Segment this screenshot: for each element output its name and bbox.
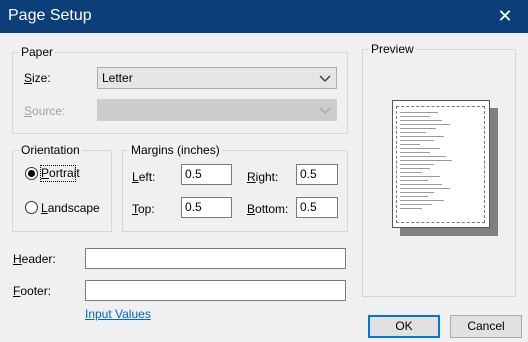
size-label: Size: — [24, 71, 51, 85]
preview-line — [400, 204, 432, 205]
preview-line — [400, 112, 438, 113]
preview-line — [400, 148, 440, 149]
chevron-down-icon — [319, 107, 331, 114]
preview-line — [400, 132, 426, 133]
bottom-margin-input[interactable]: 0.5 — [296, 197, 338, 218]
paper-legend: Paper — [19, 45, 56, 60]
footer-label: Footer: — [13, 284, 52, 298]
window-title: Page Setup — [8, 7, 92, 24]
top-margin-label: Top: — [132, 202, 155, 216]
preview-line — [400, 160, 452, 161]
footer-input[interactable] — [85, 280, 346, 301]
right-margin-label: Right: — [247, 170, 279, 184]
preview-line — [400, 188, 450, 189]
top-margin-input[interactable]: 0.5 — [181, 197, 232, 218]
preview-line — [400, 136, 444, 137]
left-margin-label: Left: — [132, 170, 156, 184]
right-margin-input[interactable]: 0.5 — [296, 164, 338, 185]
landscape-radio[interactable] — [25, 201, 38, 214]
header-label: Header: — [13, 252, 56, 266]
preview-line — [400, 208, 422, 209]
preview-line — [400, 140, 434, 141]
ok-button[interactable]: OK — [368, 315, 440, 338]
size-select[interactable]: Letter — [97, 67, 337, 89]
preview-line — [400, 152, 430, 153]
close-icon[interactable]: ✕ — [482, 0, 528, 33]
chevron-down-icon — [319, 75, 331, 82]
preview-line — [400, 184, 442, 185]
size-select-value: Letter — [102, 71, 133, 85]
header-input[interactable] — [85, 248, 346, 269]
preview-legend: Preview — [369, 42, 416, 57]
preview-line — [400, 192, 434, 193]
landscape-label[interactable]: Landscape — [41, 201, 100, 216]
left-margin-input[interactable]: 0.5 — [181, 164, 232, 185]
source-label: Source: — [24, 104, 66, 118]
orientation-legend: Orientation — [19, 143, 82, 158]
preview-line — [400, 172, 422, 173]
preview-line — [400, 116, 430, 117]
preview-line — [400, 144, 420, 145]
preview-line — [400, 124, 450, 125]
margins-legend: Margins (inches) — [129, 143, 222, 158]
orientation-group: Orientation — [12, 143, 112, 232]
preview-line — [400, 168, 430, 169]
portrait-label[interactable]: Portrait — [41, 166, 80, 181]
preview-line — [400, 120, 442, 121]
margins-group: Margins (inches) — [122, 143, 348, 232]
input-values-link[interactable]: Input Values — [85, 307, 151, 322]
preview-line — [400, 196, 428, 197]
title-bar: Page Setup ✕ — [0, 0, 528, 33]
bottom-margin-label: Bottom: — [247, 202, 289, 216]
preview-line — [400, 128, 436, 129]
preview-line — [400, 164, 434, 165]
source-select — [97, 99, 337, 121]
preview-line — [400, 176, 440, 177]
preview-line — [400, 180, 428, 181]
paper-group: Paper — [12, 45, 348, 134]
preview-line — [400, 156, 446, 157]
cancel-button[interactable]: Cancel — [450, 315, 522, 338]
portrait-radio[interactable] — [25, 167, 38, 180]
preview-line — [400, 200, 444, 201]
